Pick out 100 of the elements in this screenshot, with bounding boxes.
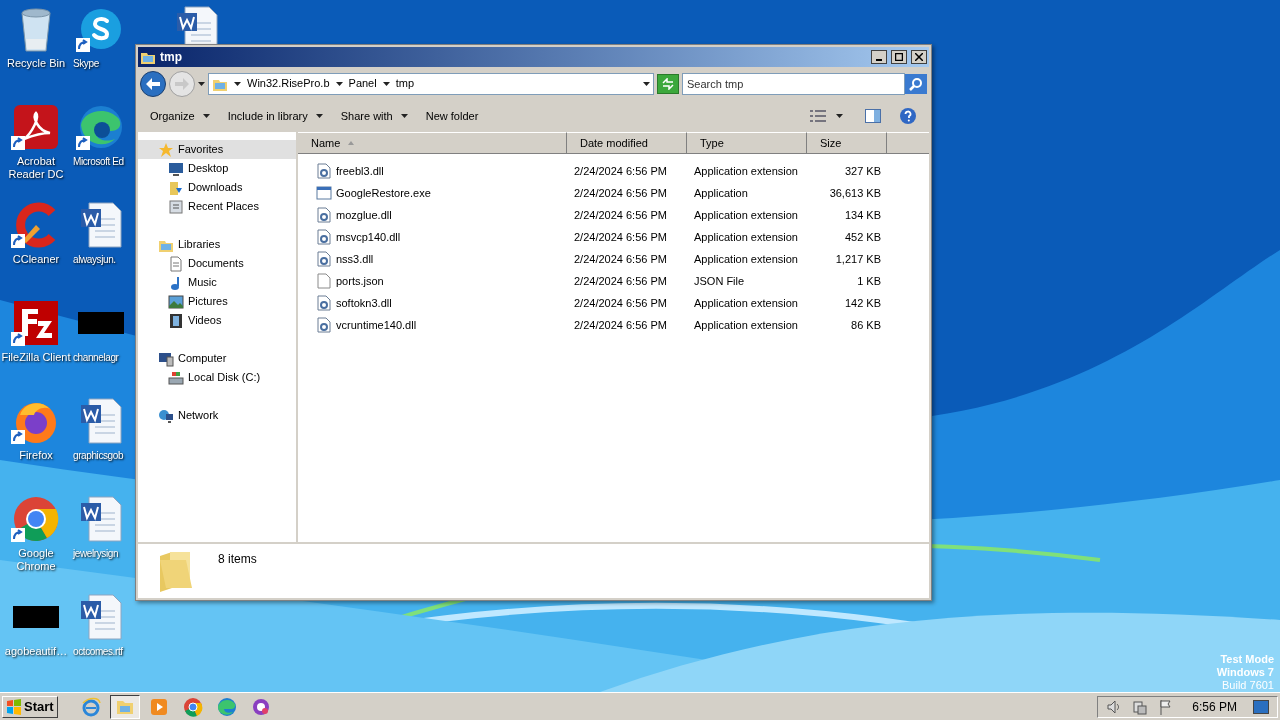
file-row[interactable]: nss3.dll 2/24/2024 6:56 PM Application extension 1,217 KB: [298, 248, 929, 270]
toolbar-button[interactable]: New folder: [425, 104, 479, 128]
recent-icon: [168, 198, 184, 215]
navigation-item[interactable]: Network: [138, 406, 296, 425]
gear-document-icon: [316, 229, 332, 245]
file-name: mozglue.dll: [336, 207, 392, 223]
column-header[interactable]: Name: [298, 132, 567, 154]
downloads-icon: [168, 179, 184, 196]
caret-icon: [836, 114, 843, 118]
navigation-item[interactable]: Local Disk (C:): [138, 368, 296, 387]
shortcut-arrow-icon: [11, 430, 25, 444]
navigation-item[interactable]: Documents: [138, 254, 296, 273]
filezilla-icon: [12, 299, 60, 347]
search-field[interactable]: Search tmp: [682, 72, 905, 95]
gear-document-icon: [316, 251, 332, 267]
navigation-item[interactable]: Recent Places: [138, 197, 296, 216]
toolbar-button[interactable]: Share with: [340, 104, 408, 128]
caret-icon: [234, 81, 241, 86]
file-row[interactable]: freebl3.dll 2/24/2024 6:56 PM Application extension 327 KB: [298, 160, 929, 182]
help-icon[interactable]: [899, 107, 917, 125]
refresh-button[interactable]: [657, 73, 679, 94]
gear-document-icon: [316, 295, 332, 311]
date-cell-text: 2/24/2024 6:56 PM: [573, 295, 668, 311]
minimize-button[interactable]: [871, 50, 887, 64]
gear-document-icon: [316, 317, 332, 333]
toolbar-button[interactable]: Include in library: [227, 104, 323, 128]
file-name: msvcp140.dll: [336, 229, 401, 245]
preview-pane-icon[interactable]: [865, 109, 881, 123]
view-options-button[interactable]: [810, 109, 843, 123]
windows-logo-icon: [6, 698, 22, 715]
column-header[interactable]: Size: [807, 132, 887, 154]
desktop-icon-label[interactable]: Firefox: [0, 449, 72, 462]
desktop-icon-label[interactable]: graphicsgob: [73, 449, 124, 462]
refresh-icon: [661, 77, 675, 90]
desktop-icon-label[interactable]: Skype: [73, 57, 99, 70]
file-name: freebl3.dll: [336, 163, 384, 179]
navigation-item[interactable]: Libraries: [138, 235, 296, 254]
network-icon[interactable]: [1132, 698, 1149, 715]
navigation-item[interactable]: Pictures: [138, 292, 296, 311]
type-cell-text: Application extension: [693, 229, 799, 245]
shortcut-arrow-icon: [11, 528, 25, 542]
file-name: nss3.dll: [336, 251, 374, 267]
back-button[interactable]: [140, 70, 166, 97]
clock[interactable]: 6:56 PM: [1192, 697, 1237, 716]
desktop-icon-label[interactable]: Recycle Bin: [0, 57, 72, 70]
navigation-item[interactable]: Desktop: [138, 159, 296, 178]
edge-icon: [216, 696, 237, 717]
file-row[interactable]: msvcp140.dll 2/24/2024 6:56 PM Application extension 452 KB: [298, 226, 929, 248]
app-icon: [250, 696, 271, 717]
navigation-item[interactable]: Computer: [138, 349, 296, 368]
file-row[interactable]: mozglue.dll 2/24/2024 6:56 PM Application extension 134 KB: [298, 204, 929, 226]
date-cell-text: 2/24/2024 6:56 PM: [573, 229, 668, 245]
close-icon: [915, 53, 923, 61]
search-button[interactable]: [905, 73, 927, 94]
column-header[interactable]: Type: [687, 132, 807, 154]
type-cell-text: Application extension: [693, 295, 799, 311]
type-cell-text: Application extension: [693, 251, 799, 267]
desktop-icon-label[interactable]: channelagr: [73, 351, 119, 364]
videos-icon: [168, 312, 184, 329]
file-name: vcruntime140.dll: [336, 317, 417, 333]
gear-document-icon: [316, 163, 332, 179]
file-row[interactable]: softokn3.dll 2/24/2024 6:56 PM Application extension 142 KB: [298, 292, 929, 314]
pictures-icon: [168, 293, 184, 310]
column-header[interactable]: Date modified: [567, 132, 687, 154]
file-row[interactable]: GoogleRestore.exe 2/24/2024 6:56 PM Application 36,613 KB: [298, 182, 929, 204]
start-button[interactable]: Start: [2, 695, 58, 718]
navigation-item[interactable]: Music: [138, 273, 296, 292]
size-cell-text: 1,217 KB: [834, 251, 882, 267]
item-count: 8 items: [218, 551, 257, 568]
breadcrumb-item[interactable]: tmp: [395, 75, 415, 92]
desktop-icon-label[interactable]: Acrobat Reader DC: [0, 155, 72, 181]
caret-icon: [382, 81, 390, 86]
shortcut-arrow-icon: [76, 38, 90, 52]
media-player-icon: [148, 696, 169, 717]
navigation-item[interactable]: Favorites: [138, 140, 296, 159]
shortcut-arrow-icon: [11, 332, 25, 346]
show-desktop-icon[interactable]: [1253, 699, 1269, 714]
desktop-icon-label[interactable]: FileZilla Client: [0, 351, 72, 364]
taskbar-button[interactable]: [109, 694, 140, 719]
desktop-icon-label[interactable]: alwaysjun.: [73, 253, 116, 266]
size-cell-text: 452 KB: [843, 229, 882, 245]
close-button[interactable]: [911, 50, 927, 64]
date-cell-text: 2/24/2024 6:56 PM: [573, 273, 668, 289]
documents-icon: [168, 255, 184, 272]
type-cell-text: Application: [693, 185, 749, 201]
file-row[interactable]: ports.json 2/24/2024 6:56 PM JSON File 1 KB: [298, 270, 929, 292]
navigation-item[interactable]: Downloads: [138, 178, 296, 197]
desktop-icon-label[interactable]: CCleaner: [0, 253, 72, 266]
breadcrumb-item[interactable]: Win32.RisePro.b: [247, 75, 330, 92]
file-row[interactable]: vcruntime140.dll 2/24/2024 6:56 PM Application extension 86 KB: [298, 314, 929, 336]
desktop-icon-label[interactable]: Microsoft Ed: [73, 155, 124, 168]
type-cell-text: Application extension: [693, 207, 799, 223]
date-cell-text: 2/24/2024 6:56 PM: [573, 317, 668, 333]
navigation-item[interactable]: Videos: [138, 311, 296, 330]
toolbar-button[interactable]: Organize: [150, 104, 210, 128]
maximize-button[interactable]: [891, 50, 907, 64]
network-icon: [158, 407, 174, 424]
address-bar[interactable]: Win32.RisePro.b Panel tmp: [208, 72, 654, 95]
breadcrumb-item[interactable]: Panel: [348, 75, 377, 92]
disk-icon: [168, 369, 184, 386]
